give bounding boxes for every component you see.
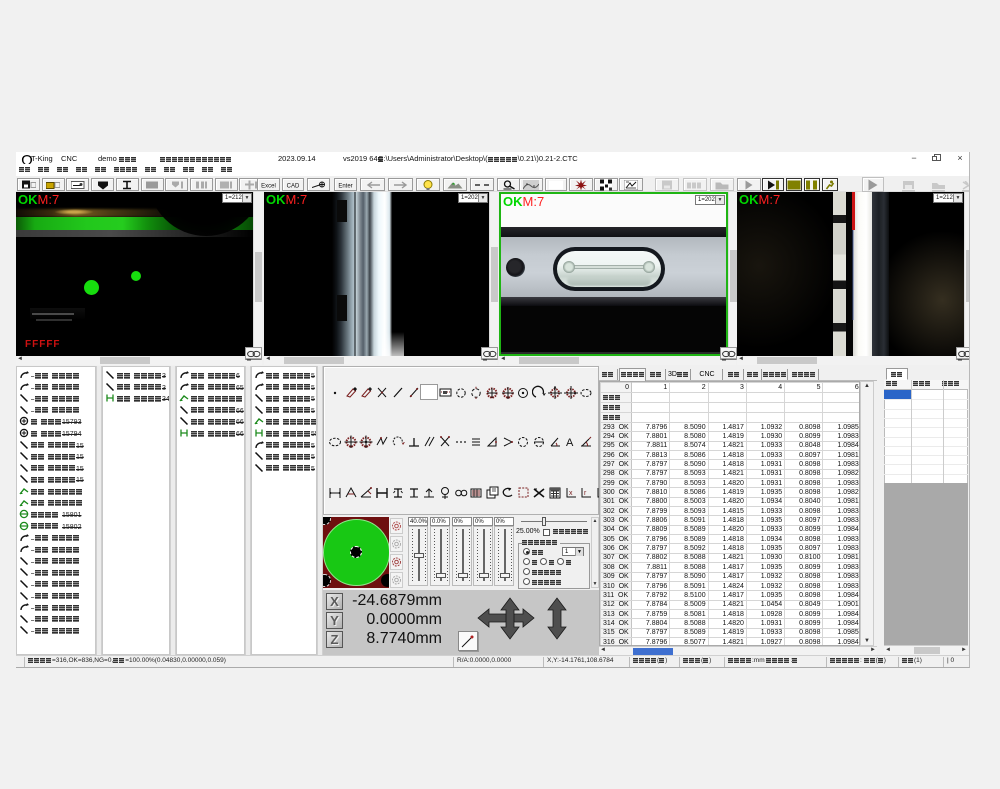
svg-text:A: A [566, 437, 574, 448]
svg-text:x: x [569, 490, 573, 497]
svg-text:r: r [584, 490, 587, 497]
